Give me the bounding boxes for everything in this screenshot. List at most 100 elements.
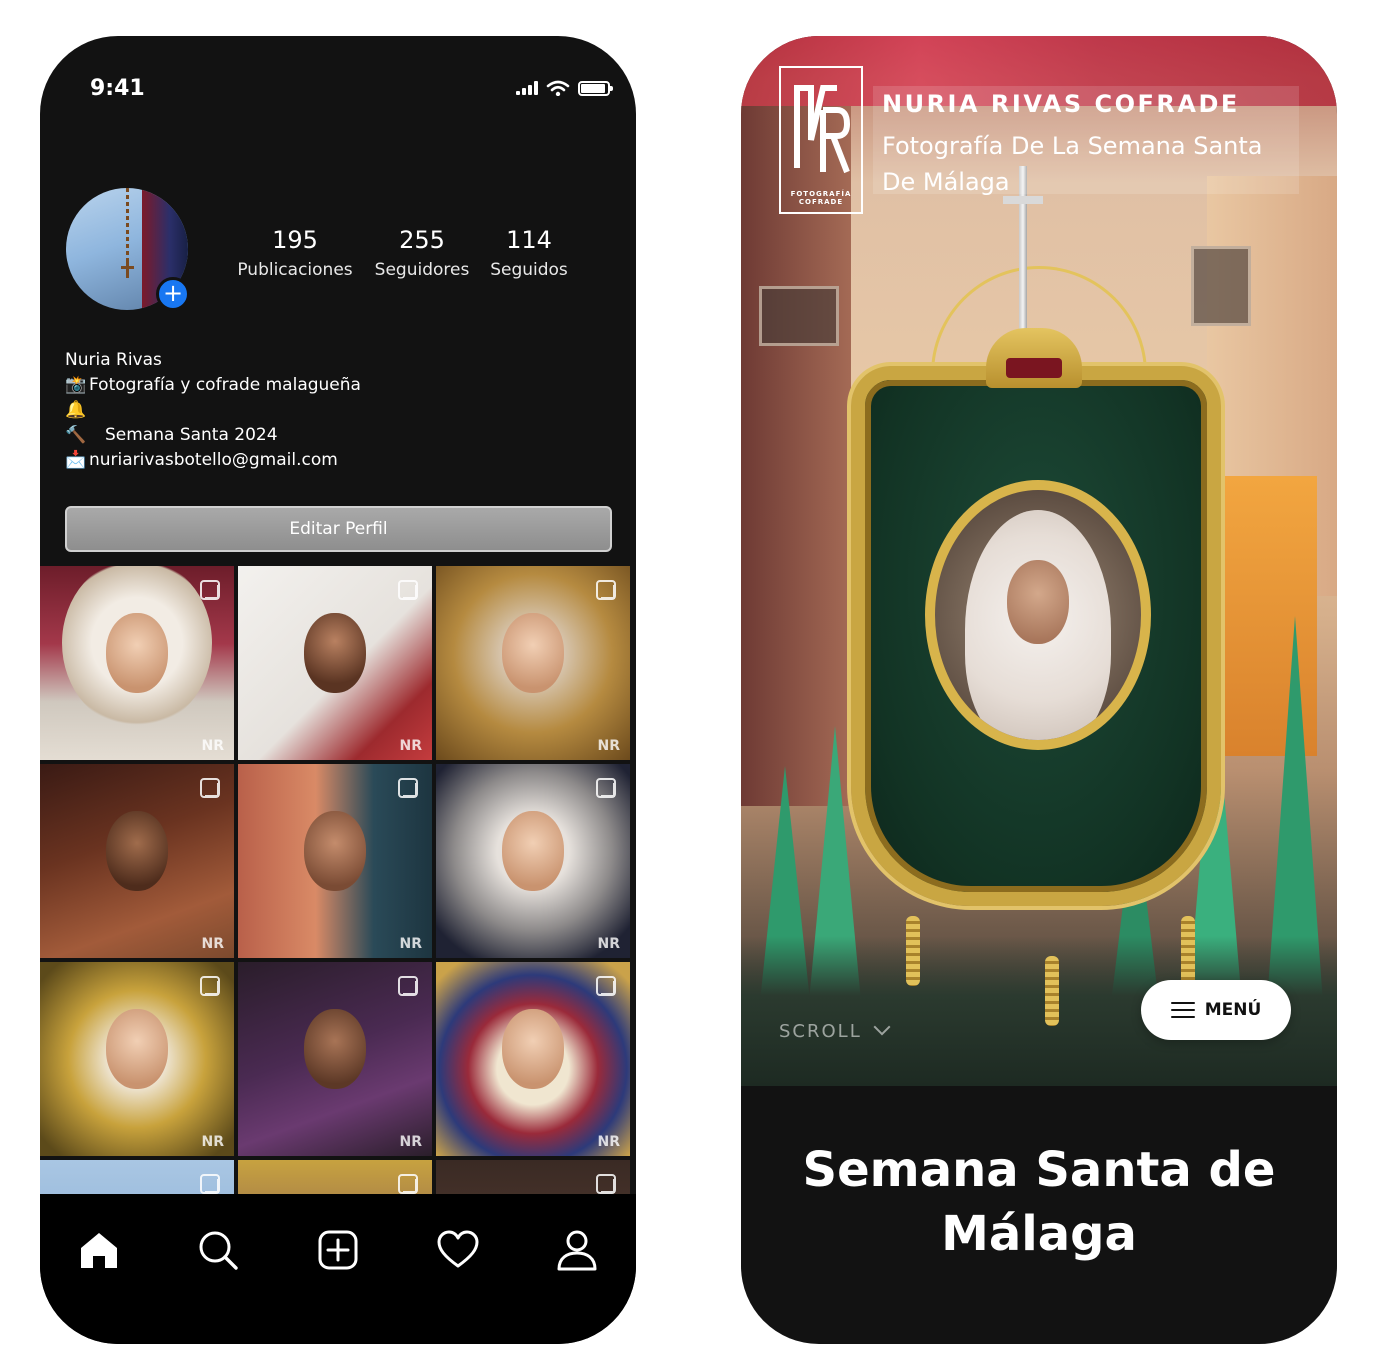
watermark-logo: NR [399, 936, 423, 952]
hamburger-icon [1170, 1001, 1195, 1019]
multi-photo-icon [200, 976, 220, 996]
menu-label: MENÚ [1204, 1000, 1262, 1020]
watermark-logo: NR [201, 1134, 225, 1150]
status-time: 9:41 [90, 76, 145, 101]
grid-post-2[interactable]: NR [238, 566, 432, 760]
profile-icon [557, 1230, 597, 1271]
grid-post-4[interactable]: NR [40, 764, 234, 958]
multi-photo-icon [200, 778, 220, 798]
multi-photo-icon [596, 778, 616, 798]
avatar-cross [121, 262, 134, 278]
bio-name: Nuria Rivas [65, 350, 162, 370]
grid-post-9[interactable]: NR [436, 962, 630, 1156]
website-phone: FOTOGRAFÍA COFRADE NURIA RIVAS COFRADE F… [741, 36, 1337, 1344]
banner-portrait [925, 480, 1151, 750]
nr-monogram-icon [794, 85, 851, 174]
post-face [502, 613, 564, 694]
wifi-icon [546, 80, 570, 96]
edit-profile-button[interactable]: Editar Perfil [65, 506, 612, 552]
brand-subtitle: Fotografía De La Semana Santa De Málaga [882, 132, 1263, 196]
multi-photo-icon [398, 580, 418, 600]
bio-email-link[interactable]: nuriarivasbotello@gmail.com [89, 450, 338, 470]
stat-label: Publicaciones [237, 260, 353, 280]
status-icons [516, 80, 613, 96]
brand-logo[interactable]: FOTOGRAFÍA COFRADE [779, 66, 863, 214]
hero-window [759, 286, 839, 346]
bio-line1-text: Fotografía y cofrade malagueña [89, 375, 361, 395]
menu-button[interactable]: MENÚ [1141, 980, 1291, 1040]
multi-photo-icon [398, 778, 418, 798]
hero-window [1191, 246, 1251, 326]
portrait-face [1007, 560, 1069, 644]
grid-post-6[interactable]: NR [436, 764, 630, 958]
grid-post-12[interactable] [436, 1160, 630, 1194]
tab-new-post[interactable] [316, 1228, 360, 1272]
grid-post-5[interactable]: NR [238, 764, 432, 958]
grid-post-7[interactable]: NR [40, 962, 234, 1156]
avatar-rosary [126, 188, 129, 268]
stat-seguidores[interactable]: 255 Seguidores [370, 226, 474, 280]
post-face [106, 811, 168, 892]
banner-tassel [906, 916, 920, 986]
brand-title: NURIA RIVAS COFRADE [882, 90, 1240, 118]
watermark-logo: NR [597, 936, 621, 952]
profile-phone: 9:41 + 195 Publicaciones 255 Seguidores … [40, 36, 636, 1344]
heart-icon [437, 1230, 479, 1268]
tab-search[interactable] [196, 1228, 240, 1272]
logo-caption-line2: COFRADE [798, 198, 844, 206]
camera-icon: 📸 [65, 375, 87, 395]
photo-grid: NR NR NR NR NR NR NR NR NR [40, 566, 636, 1194]
bio-line-semana-santa: 🔔🔨 Semana Santa 2024 [65, 398, 361, 448]
scroll-indicator[interactable]: SCROLL [779, 1018, 891, 1042]
stat-value: 195 [272, 226, 318, 254]
multi-photo-icon [596, 976, 616, 996]
add-post-icon [318, 1230, 358, 1270]
banner-crown [986, 328, 1082, 388]
add-story-icon[interactable]: + [156, 277, 190, 311]
grid-post-1[interactable]: NR [40, 566, 234, 760]
post-face [106, 1009, 168, 1090]
banner-tassel [1181, 916, 1195, 986]
post-face [106, 613, 168, 694]
watermark-logo: NR [399, 1134, 423, 1150]
stat-value: 255 [399, 226, 445, 254]
post-face [304, 613, 366, 694]
grid-post-8[interactable]: NR [238, 962, 432, 1156]
multi-photo-icon [200, 580, 220, 600]
multi-photo-icon [398, 976, 418, 996]
stat-label: Seguidores [374, 260, 470, 280]
profile-bio: Nuria Rivas 📸 Fotografía y cofrade malagu… [65, 348, 361, 473]
logo-caption: FOTOGRAFÍA COFRADE [781, 190, 861, 206]
battery-icon [578, 80, 613, 96]
signal-icon [516, 81, 538, 95]
bottom-tab-bar [40, 1194, 636, 1344]
tab-home[interactable] [77, 1228, 121, 1272]
grid-post-10[interactable] [40, 1160, 234, 1194]
section-title: Semana Santa de Málaga [802, 1142, 1276, 1262]
watermark-logo: NR [597, 1134, 621, 1150]
bio-line-photography: 📸 Fotografía y cofrade malagueña [65, 373, 361, 398]
post-face [502, 1009, 564, 1090]
bio-line2-text: Semana Santa 2024 [105, 425, 278, 445]
tab-profile[interactable] [555, 1228, 599, 1272]
logo-caption-line1: FOTOGRAFÍA [790, 190, 852, 198]
post-face [304, 811, 366, 892]
grid-post-3[interactable]: NR [436, 566, 630, 760]
bio-line-email: 📩 nuriarivasbotello@gmail.com [65, 448, 361, 473]
envelope-icon: 📩 [65, 450, 87, 470]
home-icon [81, 1233, 117, 1268]
watermark-logo: NR [201, 738, 225, 754]
stat-value: 114 [506, 226, 552, 254]
tab-activity[interactable] [436, 1228, 480, 1272]
multi-photo-icon [596, 580, 616, 600]
banner-tassel [1045, 956, 1059, 1026]
stat-publicaciones[interactable]: 195 Publicaciones [230, 226, 360, 280]
grid-post-11[interactable] [238, 1160, 432, 1194]
multi-photo-icon [398, 1174, 418, 1194]
watermark-logo: NR [201, 936, 225, 952]
watermark-logo: NR [597, 738, 621, 754]
search-icon [199, 1231, 238, 1270]
stat-seguidos[interactable]: 114 Seguidos [486, 226, 572, 280]
banner-simpecado [851, 366, 1221, 906]
post-face [502, 811, 564, 892]
